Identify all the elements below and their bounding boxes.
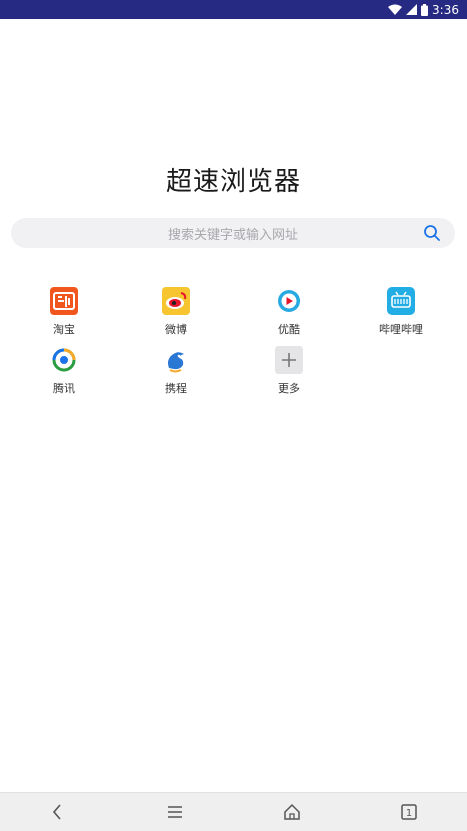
home-button[interactable] bbox=[272, 793, 312, 831]
shortcut-label: 淘宝 bbox=[53, 323, 75, 336]
back-button[interactable] bbox=[38, 793, 78, 831]
search-bar[interactable]: 搜索关键字或输入网址 bbox=[11, 218, 455, 248]
shortcut-taobao[interactable]: 淘宝 bbox=[24, 287, 104, 337]
search-input[interactable]: 搜索关键字或输入网址 bbox=[168, 224, 298, 243]
menu-icon bbox=[168, 806, 183, 818]
bottom-nav-bar: 1 bbox=[0, 792, 467, 831]
signal-icon bbox=[406, 4, 418, 15]
youku-icon bbox=[275, 287, 303, 315]
tabs-icon: 1 bbox=[400, 804, 417, 820]
search-icon[interactable] bbox=[423, 224, 441, 242]
home-icon bbox=[284, 803, 300, 820]
shortcut-bilibili[interactable]: 哔哩哔哩 bbox=[361, 287, 441, 337]
menu-button[interactable] bbox=[155, 793, 195, 831]
wifi-icon bbox=[388, 4, 403, 15]
shortcut-label: 微博 bbox=[165, 323, 187, 336]
shortcut-weibo[interactable]: 微博 bbox=[136, 287, 216, 337]
tencent-icon bbox=[50, 346, 78, 374]
shortcut-label: 更多 bbox=[278, 382, 300, 395]
bilibili-icon bbox=[387, 287, 415, 315]
app-title: 超速浏览器 bbox=[165, 167, 301, 197]
shortcut-more[interactable]: 更多 bbox=[249, 346, 329, 396]
shortcut-label: 腾讯 bbox=[53, 382, 75, 395]
weibo-icon bbox=[162, 287, 190, 315]
back-icon bbox=[53, 804, 61, 820]
shortcut-label: 优酷 bbox=[278, 323, 300, 336]
shortcut-ctrip[interactable]: 携程 bbox=[136, 346, 216, 396]
status-bar: 3:36 bbox=[0, 0, 467, 19]
ctrip-icon bbox=[162, 346, 190, 374]
shortcut-label: 哔哩哔哩 bbox=[379, 323, 423, 336]
shortcut-tencent[interactable]: 腾讯 bbox=[24, 346, 104, 396]
shortcut-youku[interactable]: 优酷 bbox=[249, 287, 329, 337]
tab-count: 1 bbox=[405, 808, 411, 819]
battery-icon bbox=[421, 3, 429, 16]
tabs-button[interactable]: 1 bbox=[389, 793, 429, 831]
shortcut-label: 携程 bbox=[165, 382, 187, 395]
taobao-icon bbox=[50, 287, 78, 315]
plus-icon bbox=[275, 346, 303, 374]
status-time: 3:36 bbox=[432, 2, 459, 17]
